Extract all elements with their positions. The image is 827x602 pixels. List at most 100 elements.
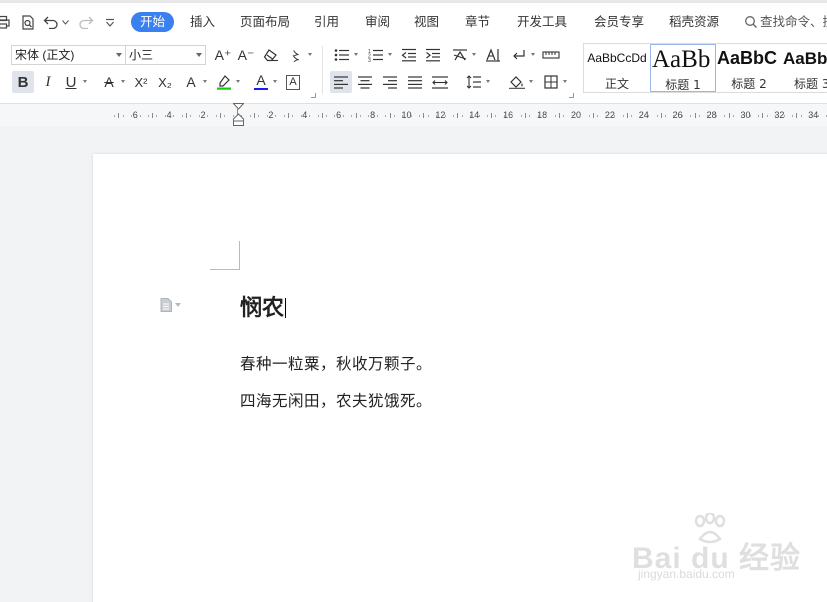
paragraph-dialog-launcher-icon[interactable] xyxy=(569,93,574,98)
redo-icon[interactable] xyxy=(78,13,94,31)
ruler-tick xyxy=(800,115,802,117)
bullet-list-icon xyxy=(334,49,349,61)
distribute-icon xyxy=(432,75,448,89)
text-effect-icon: A xyxy=(186,74,196,90)
ruler-tick xyxy=(724,115,726,117)
command-search[interactable]: 查找命令、搜 xyxy=(744,12,827,32)
watermark-url: jingyan.baidu.com xyxy=(638,567,735,581)
eraser-icon xyxy=(263,49,278,62)
align-center-button[interactable] xyxy=(354,71,376,93)
grow-font-button[interactable]: A⁺ xyxy=(212,44,234,66)
pinyin-icon: 〻 xyxy=(289,49,303,65)
shrink-font-icon: A⁻ xyxy=(237,46,255,63)
ruler-tick xyxy=(749,115,751,117)
tab-references[interactable]: 引用 xyxy=(314,12,339,32)
font-dialog-launcher-icon[interactable] xyxy=(311,93,316,98)
align-right-button[interactable] xyxy=(379,71,401,93)
decrease-indent-button[interactable] xyxy=(398,44,420,66)
ruler-tick xyxy=(563,115,565,117)
indent-marker[interactable] xyxy=(232,103,245,126)
style-heading-3-label: 标题 3 xyxy=(794,77,827,91)
ruler-tick xyxy=(275,115,277,117)
ruler-tick xyxy=(207,115,209,117)
style-heading-1[interactable]: AaBb 标题 1 xyxy=(650,44,716,92)
font-name-value: 宋体 (正文) xyxy=(15,48,75,62)
chevron-down-icon xyxy=(486,80,490,83)
ruler-tick xyxy=(215,115,217,117)
tab-stops-button[interactable] xyxy=(540,44,562,66)
font-name-select[interactable]: 宋体 (正文) xyxy=(11,45,126,65)
ruler-tick xyxy=(224,115,226,117)
tab-docer-resources[interactable]: 稻壳资源 xyxy=(669,12,719,32)
highlight-button[interactable] xyxy=(213,71,240,93)
chinese-layout-button[interactable] xyxy=(449,44,476,66)
tab-page-layout[interactable]: 页面布局 xyxy=(240,12,290,32)
tab-developer[interactable]: 开发工具 xyxy=(517,12,567,32)
underline-button[interactable]: U xyxy=(60,71,87,93)
poem-line[interactable]: 春种一粒粟，秋收万颗子。 xyxy=(240,352,432,374)
style-heading-2[interactable]: AaBbC 标题 2 xyxy=(716,44,782,92)
clear-format-button[interactable] xyxy=(260,44,282,66)
tab-chapter[interactable]: 章节 xyxy=(465,12,490,32)
tab-view[interactable]: 视图 xyxy=(414,12,439,32)
font-size-select[interactable]: 小三 xyxy=(125,45,206,65)
poem-line[interactable]: 四海无闲田，农夫犹饿死。 xyxy=(240,389,432,411)
shrink-font-button[interactable]: A⁻ xyxy=(235,44,257,66)
horizontal-ruler[interactable]: 6 4 2 2 4 6 8 10 12 14 16 18 20 22 24 26 28 30 32 34 xyxy=(0,104,827,126)
increase-indent-button[interactable] xyxy=(422,44,444,66)
ruler-tick xyxy=(580,115,582,117)
ruler-tick xyxy=(766,115,768,117)
font-color-letter: A xyxy=(256,71,266,88)
font-color-button[interactable]: A xyxy=(250,71,277,93)
strikethrough-icon: A xyxy=(104,74,114,90)
bullet-list-button[interactable] xyxy=(331,44,358,66)
document-title[interactable]: 悯农 xyxy=(240,293,287,323)
distribute-button[interactable] xyxy=(429,71,451,93)
tab-insert[interactable]: 插入 xyxy=(190,12,215,32)
customize-dropdown-icon[interactable] xyxy=(104,13,116,31)
ruler-tick xyxy=(355,113,357,118)
ruler-tick xyxy=(292,115,294,117)
tab-review[interactable]: 审阅 xyxy=(365,12,390,32)
ruler-tick xyxy=(622,115,624,117)
superscript-button[interactable]: X² xyxy=(130,71,152,93)
text-direction-button[interactable] xyxy=(482,44,504,66)
ruler-tick xyxy=(389,113,391,118)
italic-button[interactable]: I xyxy=(37,71,59,93)
print-icon[interactable] xyxy=(0,13,10,31)
show-hide-marks-button[interactable] xyxy=(508,44,535,66)
undo-dropdown-icon[interactable] xyxy=(61,13,69,31)
strikethrough-button[interactable]: A xyxy=(98,71,125,93)
borders-button[interactable] xyxy=(540,71,567,93)
ruler-tick xyxy=(571,115,573,117)
ruler-tick xyxy=(741,115,743,117)
subscript-button[interactable]: X₂ xyxy=(154,71,176,93)
undo-icon[interactable] xyxy=(43,13,59,31)
style-normal[interactable]: AaBbCcDd 正文 xyxy=(584,44,650,92)
numbered-list-button[interactable]: 123 xyxy=(365,44,392,66)
ruler-tick xyxy=(351,115,353,117)
print-preview-icon[interactable] xyxy=(20,13,36,31)
bold-button[interactable]: B xyxy=(12,71,34,93)
justify-button[interactable] xyxy=(404,71,426,93)
ruler-tick xyxy=(376,115,378,117)
paragraph-handle[interactable] xyxy=(160,298,188,312)
char-border-button[interactable]: A xyxy=(282,71,304,93)
shading-button[interactable] xyxy=(506,71,533,93)
text-effect-button[interactable]: A xyxy=(180,71,207,93)
char-border-icon: A xyxy=(286,74,300,90)
ruler-tick xyxy=(605,115,607,117)
ruler-tick xyxy=(554,115,556,117)
style-heading-3[interactable]: AaBb 标题 3 xyxy=(782,44,827,92)
tab-member[interactable]: 会员专享 xyxy=(594,12,644,32)
line-spacing-button[interactable] xyxy=(463,71,490,93)
paint-bucket-icon xyxy=(509,76,525,89)
ruler-tick xyxy=(758,115,760,117)
ruler-number: 2 xyxy=(200,110,206,120)
tab-home[interactable]: 开始 xyxy=(131,12,175,32)
ruler-tick xyxy=(148,115,149,117)
align-left-button[interactable] xyxy=(330,71,352,93)
pinyin-guide-button[interactable]: 〻 xyxy=(285,44,312,66)
ruler-tick xyxy=(592,113,594,118)
ruler-tick xyxy=(520,115,522,117)
